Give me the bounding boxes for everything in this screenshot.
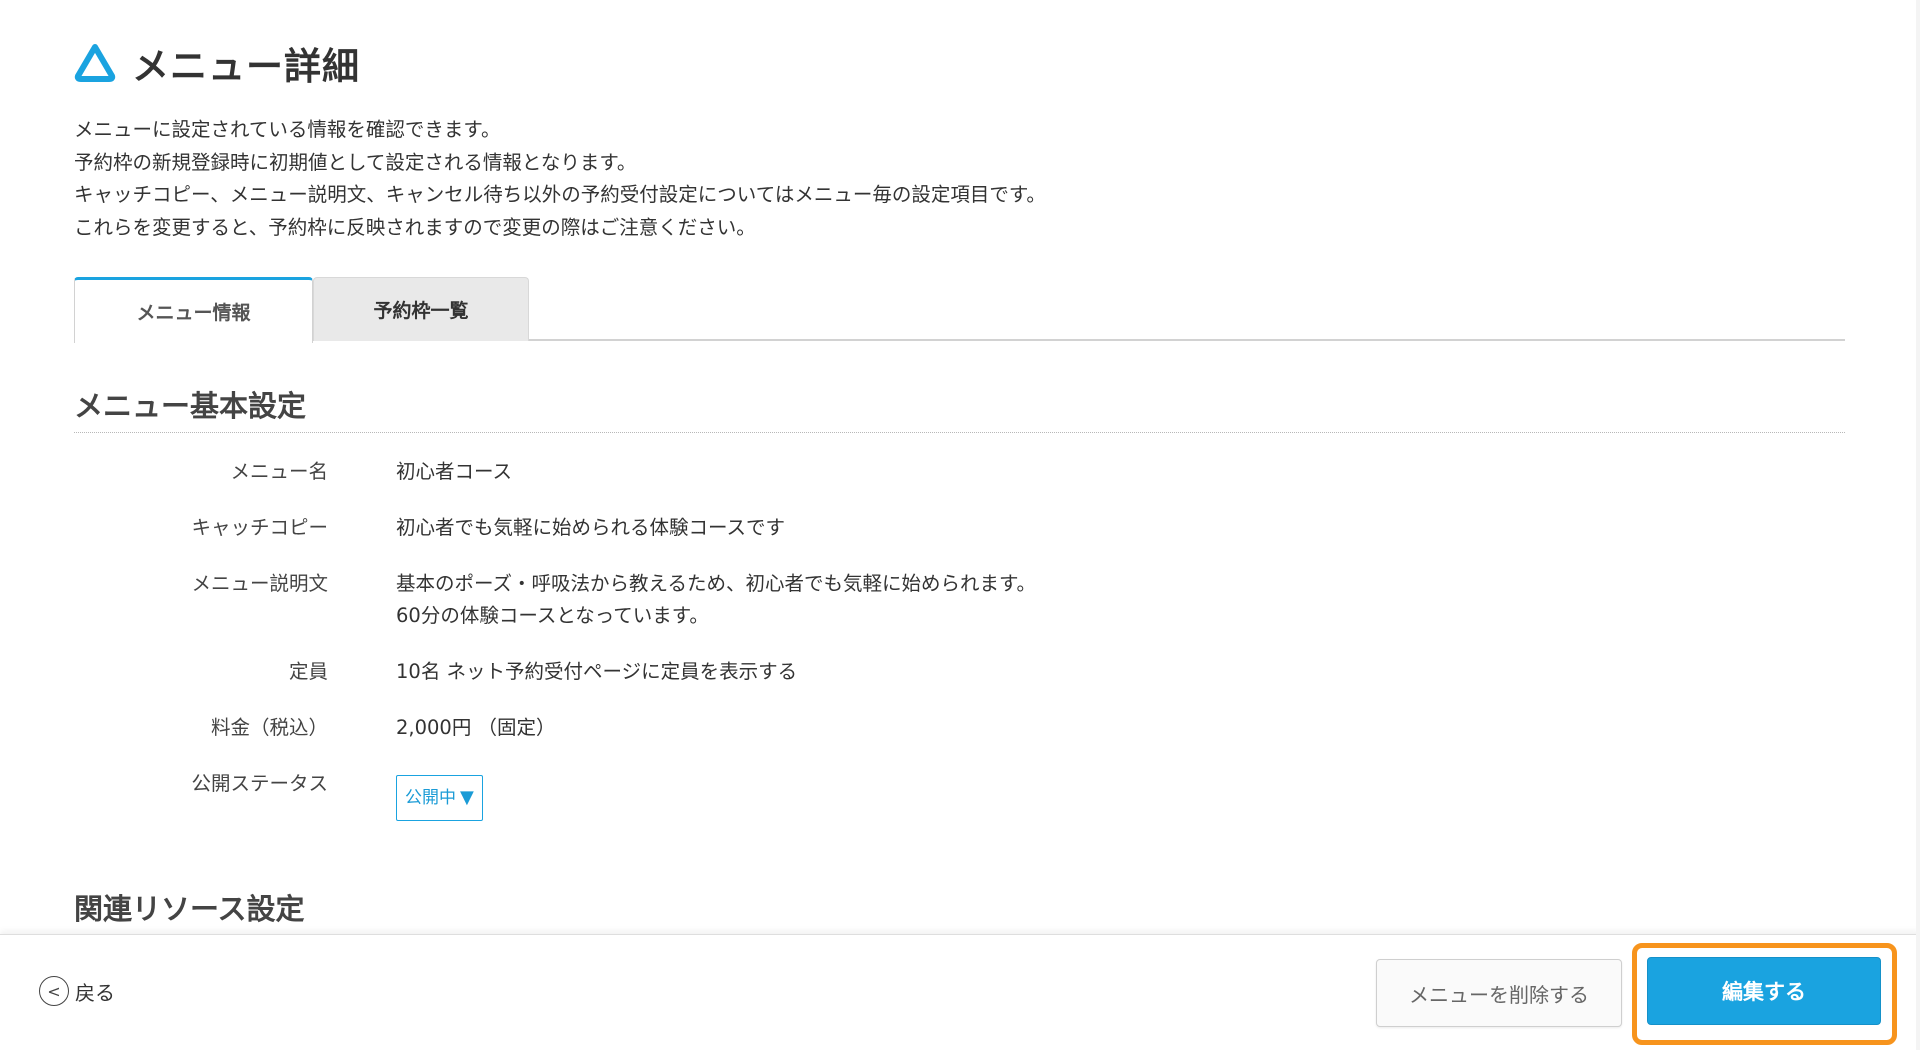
- caret-down-icon: ▼: [460, 787, 474, 808]
- row-label: キャッチコピー: [191, 516, 328, 539]
- row-status: 公開ステータス 公開中 ▼: [74, 768, 1845, 821]
- section-title-basic: メニュー基本設定: [74, 389, 307, 423]
- row-label: 料金（税込）: [210, 716, 328, 739]
- tab-menu-info[interactable]: メニュー情報: [74, 277, 313, 343]
- row-value: 基本のポーズ・呼吸法から教えるため、初心者でも気軽に始められます。 60分の体験…: [396, 568, 1036, 632]
- description-line: 予約枠の新規登録時に初期値として設定される情報となります。: [74, 150, 637, 174]
- row-capacity: 定員 10名 ネット予約受付ページに定員を表示する: [74, 656, 1845, 688]
- description-line: メニューに設定されている情報を確認できます。: [74, 118, 501, 141]
- page-header: メニュー詳細: [74, 36, 360, 90]
- page-title: メニュー詳細: [132, 45, 360, 88]
- row-price: 料金（税込） 2,000円 （固定）: [74, 712, 1845, 744]
- chevron-left-circle-icon: <: [39, 976, 69, 1006]
- page-description: メニューに設定されている情報を確認できます。 予約枠の新規登録時に初期値として設…: [74, 114, 1046, 244]
- row-value: 公開中 ▼: [396, 768, 483, 821]
- row-value: 10名 ネット予約受付ページに定員を表示する: [396, 660, 798, 683]
- section-title-resources: 関連リソース設定: [74, 892, 305, 926]
- description-line: キャッチコピー、メニュー説明文、キャンセル待ち以外の予約受付設定についてはメニュ…: [74, 183, 1046, 206]
- scrollbar-track[interactable]: [1916, 0, 1920, 1050]
- section-divider: [74, 432, 1845, 433]
- description-line: これらを変更すると、予約枠に反映されますので変更の際はご注意ください。: [74, 215, 756, 239]
- description-value-line: 60分の体験コースとなっています。: [396, 604, 709, 627]
- row-description: メニュー説明文 基本のポーズ・呼吸法から教えるため、初心者でも気軽に始められます…: [74, 568, 1845, 632]
- row-menu-name: メニュー名 初心者コース: [74, 456, 1845, 488]
- tab-reservation-slots[interactable]: 予約枠一覧: [313, 277, 529, 341]
- row-label: メニュー説明文: [191, 572, 328, 595]
- row-value: 初心者コース: [396, 460, 513, 483]
- description-value-line: 基本のポーズ・呼吸法から教えるため、初心者でも気軽に始められます。: [396, 572, 1036, 595]
- status-value: 公開中: [405, 788, 456, 808]
- tab-bar: メニュー情報 予約枠一覧: [74, 277, 1845, 343]
- row-catchcopy: キャッチコピー 初心者でも気軽に始められる体験コースです: [74, 512, 1845, 544]
- menu-detail-page: メニュー詳細 メニューに設定されている情報を確認できます。 予約枠の新規登録時に…: [0, 0, 1920, 1050]
- row-value: 2,000円 （固定）: [396, 716, 556, 739]
- row-label: 公開ステータス: [191, 772, 328, 795]
- row-label: 定員: [288, 660, 328, 683]
- back-label: 戻る: [75, 980, 115, 1005]
- status-select[interactable]: 公開中 ▼: [396, 775, 483, 821]
- triangle-outline-icon: [74, 44, 116, 82]
- footer-bar: < 戻る メニューを削除する 編集する: [0, 934, 1920, 1050]
- row-value: 初心者でも気軽に始められる体験コースです: [396, 516, 786, 539]
- back-link[interactable]: < 戻る: [39, 976, 115, 1006]
- delete-menu-button[interactable]: メニューを削除する: [1376, 959, 1622, 1027]
- row-label: メニュー名: [230, 460, 328, 483]
- edit-button[interactable]: 編集する: [1647, 957, 1881, 1025]
